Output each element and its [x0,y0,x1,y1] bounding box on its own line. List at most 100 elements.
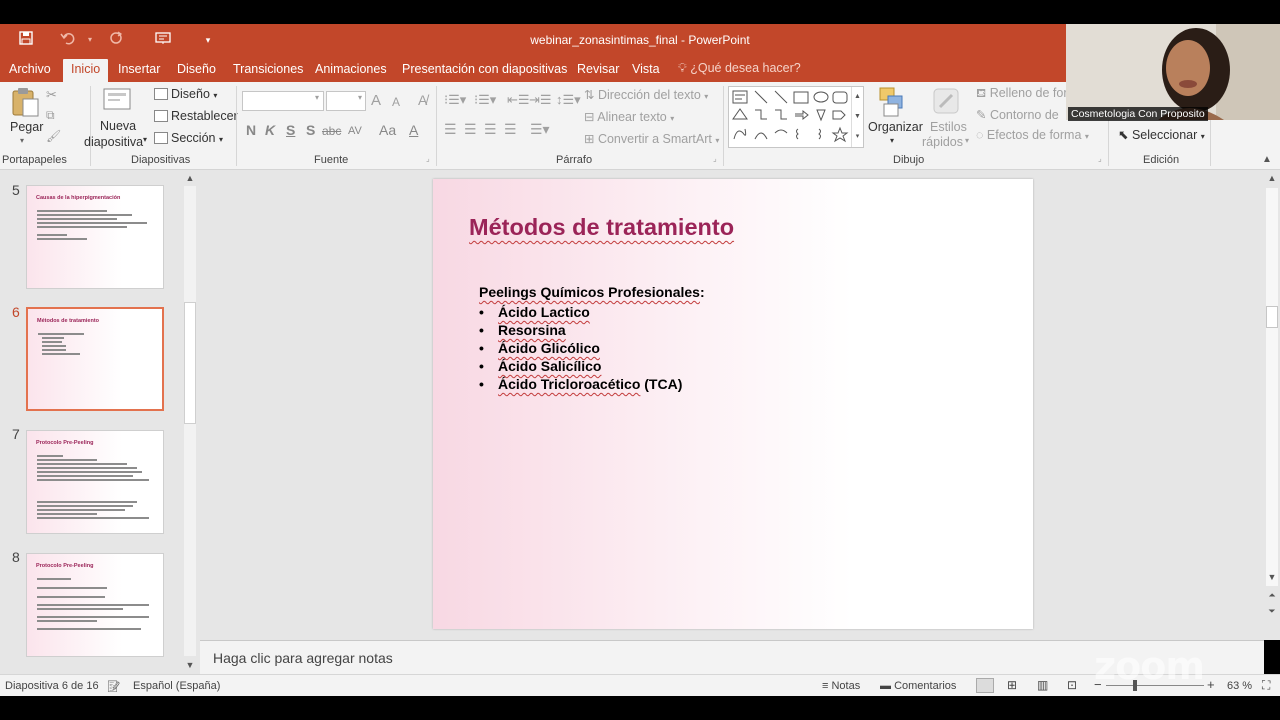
align-left-icon[interactable]: ☰ [444,121,457,138]
grow-font-icon[interactable]: A [371,92,381,109]
tab-vista[interactable]: Vista [624,61,668,82]
cut-icon[interactable]: ✂ [46,87,57,103]
copy-icon[interactable]: ⧉ [46,108,55,123]
slide-subtitle[interactable]: Peelings Químicos Profesionales: [479,284,705,300]
quick-styles-icon[interactable] [932,87,962,117]
shape-effects-button[interactable]: ◌ Efectos de forma ▾ [976,128,1089,142]
align-text-button[interactable]: ⊟ Alinear texto ▾ [584,109,674,124]
treatment-list[interactable]: Ácido Lactico Resorsina Ácido Glicólico … [479,303,682,393]
spelling-icon[interactable]: 📝︎ [107,680,121,693]
arrange-icon[interactable] [878,86,908,118]
reading-view-icon[interactable]: ▥ [1037,678,1048,692]
format-painter-icon[interactable]: 🖌︎ [46,129,61,143]
select-button[interactable]: ⬉ Seleccionar ▾ [1118,127,1205,142]
decrease-indent-icon[interactable]: ⇤☰ [507,92,530,108]
current-slide[interactable]: Métodos de tratamiento Peelings Químicos… [433,179,1033,629]
numbering-icon[interactable]: ⁝☰▾ [474,92,496,108]
scrollbar-thumb[interactable] [184,302,196,424]
fit-to-window-icon[interactable]: ⛶ [1262,678,1270,693]
align-right-icon[interactable]: ☰ [484,121,497,138]
reset-icon[interactable] [154,110,168,122]
language-label[interactable]: Español (España) [133,680,220,692]
slide-thumbnail-8[interactable]: Protocolo Pre-Peeling [26,553,164,657]
font-family-dropdown-icon[interactable]: ▾ [315,93,319,102]
shadow-button[interactable]: S [306,122,315,138]
font-size-dropdown-icon[interactable]: ▾ [358,93,362,102]
reset-button[interactable]: Restablecer [171,109,238,123]
change-case-button[interactable]: Aa [379,122,396,138]
shapes-gallery[interactable]: ▲ ▼ ▾ [728,86,864,148]
scrollbar-thumb[interactable] [1266,306,1278,328]
justify-icon[interactable]: ☰ [504,121,517,138]
tab-archivo[interactable]: Archivo [1,61,59,82]
paste-dropdown-icon[interactable]: ▾ [20,136,24,145]
next-slide-icon[interactable]: ⏷ [1264,606,1280,617]
paste-icon[interactable] [10,86,40,118]
drawing-dialog-launcher-icon[interactable]: ⌟ [1098,154,1102,163]
font-dialog-launcher-icon[interactable]: ⌟ [426,154,430,163]
arrange-dropdown-icon[interactable]: ▾ [890,136,894,145]
arrange-button[interactable]: Organizar [868,120,923,134]
new-slide-dropdown-icon[interactable]: ▾ [143,135,147,144]
tab-insertar[interactable]: Insertar [110,61,168,82]
slide-number: 7 [12,426,20,442]
underline-button[interactable]: S [286,122,295,138]
editor-scrollbar[interactable]: ▲ ▼ ⏶ ⏷ [1264,170,1280,640]
tab-presentacion[interactable]: Presentación con diapositivas [394,61,575,82]
bullets-icon[interactable]: ⁝☰▾ [444,92,466,108]
slideshow-icon[interactable]: ⊡ [1067,678,1077,692]
font-family-input[interactable] [242,91,324,111]
paste-button[interactable]: Pegar [10,120,43,134]
zoom-level[interactable]: 63 % [1227,680,1252,692]
quick-styles-label-2[interactable]: rápidos [922,135,963,149]
tab-transiciones[interactable]: Transiciones [225,61,311,82]
tab-inicio[interactable]: Inicio [63,59,109,82]
paragraph-dialog-launcher-icon[interactable]: ⌟ [713,154,717,163]
scroll-down-icon[interactable]: ▼ [1264,572,1280,582]
zoom-in-icon[interactable]: + [1207,677,1215,692]
slide-thumbnail-7[interactable]: Protocolo Pre-Peeling [26,430,164,534]
layout-icon[interactable] [154,88,168,100]
strikethrough-button[interactable]: abc [322,124,341,138]
shape-outline-button[interactable]: ✎ Contorno de [976,107,1059,122]
tab-revisar[interactable]: Revisar [569,61,627,82]
scroll-up-icon[interactable]: ▲ [1264,173,1280,183]
tell-me-search[interactable]: 💡︎ ¿Qué desea hacer? [678,61,801,76]
previous-slide-icon[interactable]: ⏶ [1264,590,1280,601]
shape-fill-button[interactable]: ⛾ Relleno de for [976,86,1068,102]
comments-toggle[interactable]: ▬ Comentarios [880,680,956,692]
shrink-font-icon[interactable]: A [392,95,400,109]
scroll-up-icon[interactable]: ▲ [182,173,198,183]
layout-button[interactable]: Diseño ▾ [171,87,217,101]
new-slide-label-2[interactable]: diapositiva [84,135,143,149]
slide-thumbnail-5[interactable]: Causas de la hiperpigmentación [26,185,164,289]
align-center-icon[interactable]: ☰ [464,121,477,138]
slide-title[interactable]: Métodos de tratamiento [469,214,734,241]
shapes-gallery-scroll[interactable]: ▲ ▼ ▾ [851,87,863,147]
character-spacing-icon[interactable]: AV [348,125,362,137]
quick-styles-dropdown-icon[interactable]: ▾ [965,136,969,145]
bold-button[interactable]: N [246,122,256,138]
new-slide-icon[interactable] [102,86,132,114]
scroll-down-icon[interactable]: ▼ [182,660,198,670]
section-icon[interactable] [154,132,168,144]
smartart-button[interactable]: ⊞ Convertir a SmartArt ▾ [584,131,719,146]
tab-diseno[interactable]: Diseño [169,61,224,82]
slide-thumbnail-6[interactable]: Métodos de tratamiento [26,307,164,411]
tab-animaciones[interactable]: Animaciones [307,61,395,82]
columns-icon[interactable]: ☰▾ [530,121,550,138]
font-color-button[interactable]: A [409,122,418,138]
italic-button[interactable]: K [265,122,275,138]
normal-view-icon[interactable] [976,678,994,693]
section-button[interactable]: Sección ▾ [171,131,223,145]
line-spacing-icon[interactable]: ↕☰▾ [556,92,581,108]
notes-toggle[interactable]: ≡ Notas [822,680,860,692]
collapse-ribbon-icon[interactable]: ▲ [1262,154,1272,165]
text-direction-button[interactable]: ⇅ Dirección del texto ▾ [584,87,708,102]
quick-styles-label-1[interactable]: Estilos [930,120,967,134]
increase-indent-icon[interactable]: ⇥☰ [529,92,552,108]
thumbnails-scrollbar[interactable]: ▲ ▼ [182,170,198,674]
new-slide-label-1[interactable]: Nueva [100,119,136,133]
slide-sorter-icon[interactable]: ⊞ [1007,678,1017,692]
clear-formatting-icon[interactable]: A̸ [418,92,427,108]
